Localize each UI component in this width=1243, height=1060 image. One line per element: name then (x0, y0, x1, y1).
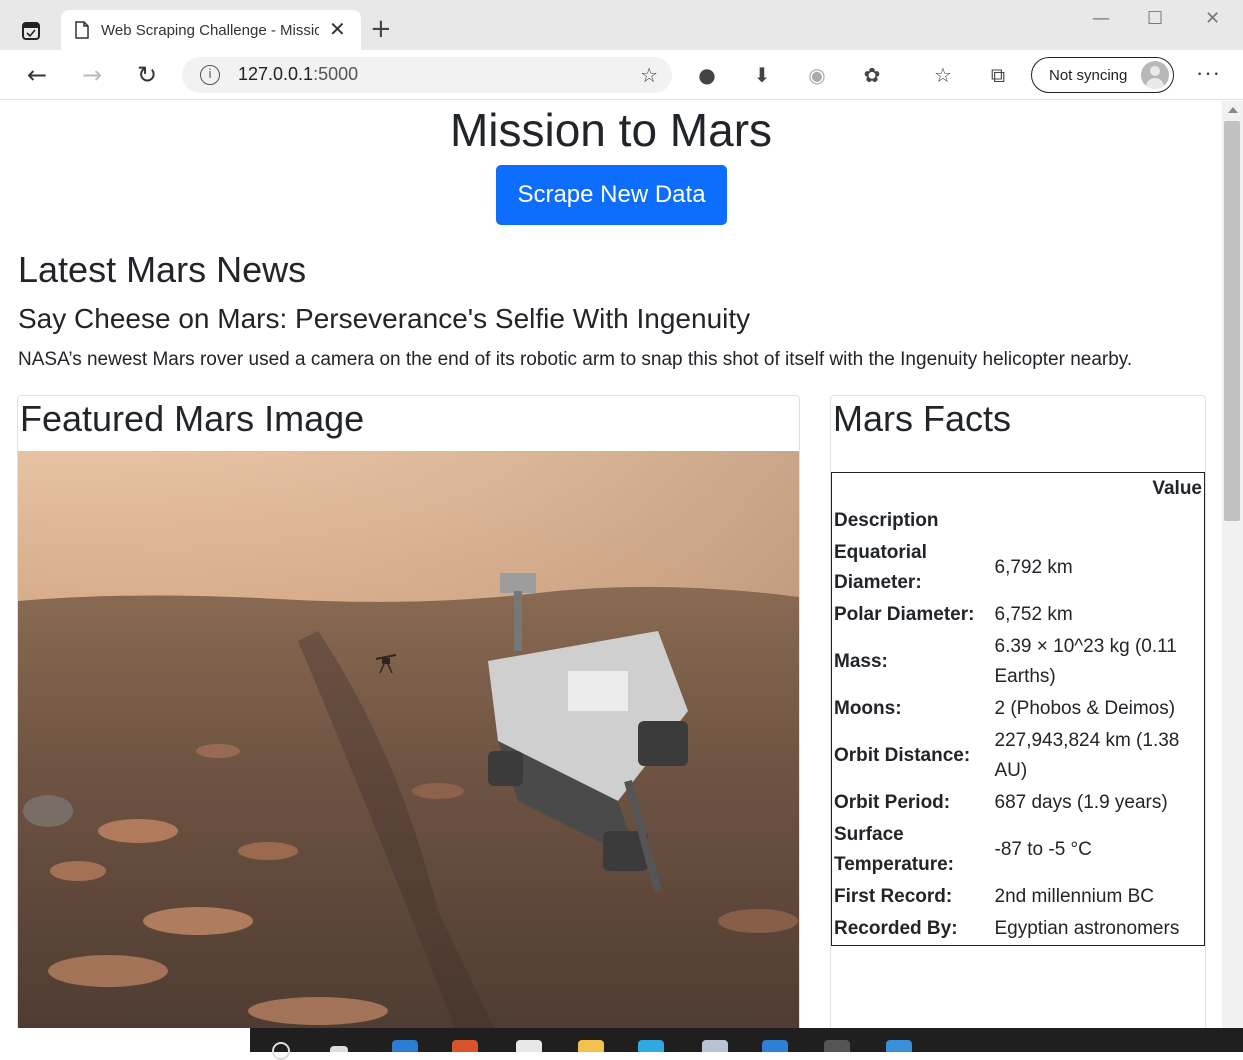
table-index-label: Description (834, 510, 939, 531)
fact-label: Orbit Period: (834, 792, 951, 813)
avatar (1141, 61, 1169, 89)
file-explorer-icon[interactable] (578, 1040, 604, 1052)
table-index-empty (993, 505, 1205, 537)
table-row: Orbit Period: 687 days (1.9 years) (832, 787, 1205, 819)
tab-actions-icon[interactable] (18, 18, 44, 44)
extension-icon[interactable]: ● (694, 62, 720, 88)
news-paragraph: NASA’s newest Mars rover used a camera o… (18, 349, 1133, 370)
favorites-icon[interactable]: ☆ (930, 62, 956, 88)
outlook-icon[interactable] (392, 1040, 418, 1052)
site-info-icon[interactable]: i (200, 65, 220, 85)
table-row: Mass: 6.39 × 10^23 kg (0.11 Earths) (832, 631, 1205, 693)
minimize-icon[interactable]: — (1092, 8, 1110, 29)
profile-button[interactable]: Not syncing (1031, 57, 1174, 93)
office-icon[interactable] (452, 1040, 478, 1052)
browser-toolbar: ← → ↻ i 127.0.0.1:5000 ☆ ● ⬇ ◉ ✿ ☆ ⧉ Not… (0, 50, 1243, 100)
fact-label: Recorded By: (834, 918, 958, 939)
fact-value: -87 to -5 °C (994, 839, 1092, 860)
media-extension-icon[interactable]: ✿ (859, 62, 885, 88)
task-view-icon[interactable] (330, 1046, 348, 1052)
table-header-empty (832, 473, 993, 506)
record-extension-icon[interactable]: ◉ (804, 62, 830, 88)
os-taskbar (0, 1028, 1243, 1060)
mars-facts-card: Mars Facts Value Description Equatorial … (830, 395, 1206, 1028)
address-text[interactable]: 127.0.0.1:5000 (238, 64, 358, 85)
featured-mars-image (18, 451, 799, 1028)
refresh-icon[interactable]: ↻ (132, 60, 162, 90)
page-viewport: Mission to Mars Scrape New Data Latest M… (0, 101, 1222, 1028)
pen-app-icon[interactable] (702, 1040, 728, 1052)
browser-tab-bar: Web Scraping Challenge - Mission to Mars… (0, 0, 1243, 50)
tab-title: Web Scraping Challenge - Mission to Mars (101, 21, 319, 39)
back-arrow-icon[interactable]: ← (22, 60, 52, 90)
scroll-thumb[interactable] (1224, 121, 1240, 521)
table-index-row: Description (832, 505, 1205, 537)
featured-image-heading: Featured Mars Image (20, 398, 365, 439)
vertical-scrollbar[interactable] (1222, 101, 1243, 1028)
fact-value: 2 (Phobos & Deimos) (994, 698, 1176, 719)
table-row: Moons: 2 (Phobos & Deimos) (832, 693, 1205, 725)
fact-label: Orbit Distance: (834, 745, 971, 766)
news-title: Say Cheese on Mars: Perseverance's Selfi… (18, 303, 751, 334)
fact-label: Polar Diameter: (834, 604, 975, 625)
download-icon[interactable]: ⬇ (749, 62, 775, 88)
more-options-icon[interactable]: ··· (1196, 60, 1221, 86)
mars-facts-table: Value Description Equatorial Diameter: 6,… (831, 472, 1205, 946)
fact-value: 6.39 × 10^23 kg (0.11 Earths) (994, 636, 1177, 687)
table-row: Surface Temperature: -87 to -5 °C (832, 819, 1205, 881)
table-header-value: Value (1152, 478, 1202, 499)
browser-tab-active[interactable]: Web Scraping Challenge - Mission to Mars… (61, 10, 361, 50)
featured-image-card: Featured Mars Image (17, 395, 800, 1028)
collections-icon[interactable]: ⧉ (985, 62, 1011, 88)
fact-value: 6,752 km (994, 604, 1073, 625)
fact-label: Surface Temperature: (834, 824, 955, 875)
page-title: Mission to Mars (449, 104, 773, 156)
terminal-icon[interactable] (824, 1040, 850, 1052)
paint-icon[interactable] (516, 1040, 542, 1052)
taskbar-app-strip (250, 1028, 1243, 1060)
table-row: Polar Diameter: 6,752 km (832, 599, 1205, 631)
table-row: Equatorial Diameter: 6,792 km (832, 537, 1205, 599)
address-bar[interactable]: i 127.0.0.1:5000 ☆ (182, 57, 672, 93)
fact-label: Equatorial Diameter: (834, 542, 927, 593)
profile-label: Not syncing (1049, 66, 1128, 84)
scrape-new-data-button[interactable]: Scrape New Data (496, 165, 727, 225)
search-icon[interactable] (272, 1042, 290, 1060)
vscode-icon[interactable] (762, 1040, 788, 1052)
edge-icon[interactable] (638, 1040, 664, 1052)
fact-value: 687 days (1.9 years) (994, 792, 1168, 813)
fact-value: 6,792 km (994, 557, 1073, 578)
fact-value: Egyptian astronomers (994, 918, 1180, 939)
address-host: 127.0.0.1 (238, 64, 314, 84)
forward-arrow-icon[interactable]: → (77, 60, 107, 90)
fact-value: 2nd millennium BC (994, 886, 1154, 907)
add-favorite-icon[interactable]: ☆ (640, 63, 658, 87)
page-icon (75, 21, 89, 39)
mars-facts-heading: Mars Facts (833, 398, 1012, 439)
table-row: Orbit Distance: 227,943,824 km (1.38 AU) (832, 725, 1205, 787)
news-heading: Latest Mars News (18, 249, 307, 290)
new-tab-button[interactable]: + (370, 16, 392, 42)
window-close-icon[interactable]: ✕ (1205, 8, 1220, 29)
fact-label: First Record: (834, 886, 953, 907)
table-row: First Record: 2nd millennium BC (832, 881, 1205, 913)
maximize-icon[interactable]: ☐ (1147, 8, 1163, 29)
fact-value: 227,943,824 km (1.38 AU) (994, 730, 1180, 781)
settings-app-icon[interactable] (886, 1040, 912, 1052)
scroll-up-icon[interactable] (1228, 107, 1238, 113)
tab-close-icon[interactable]: ✕ (329, 20, 346, 40)
fact-label: Moons: (834, 698, 902, 719)
table-row: Recorded By: Egyptian astronomers (832, 913, 1205, 946)
fact-label: Mass: (834, 651, 888, 672)
table-header-row: Value (832, 473, 1205, 506)
address-port: :5000 (313, 64, 359, 84)
